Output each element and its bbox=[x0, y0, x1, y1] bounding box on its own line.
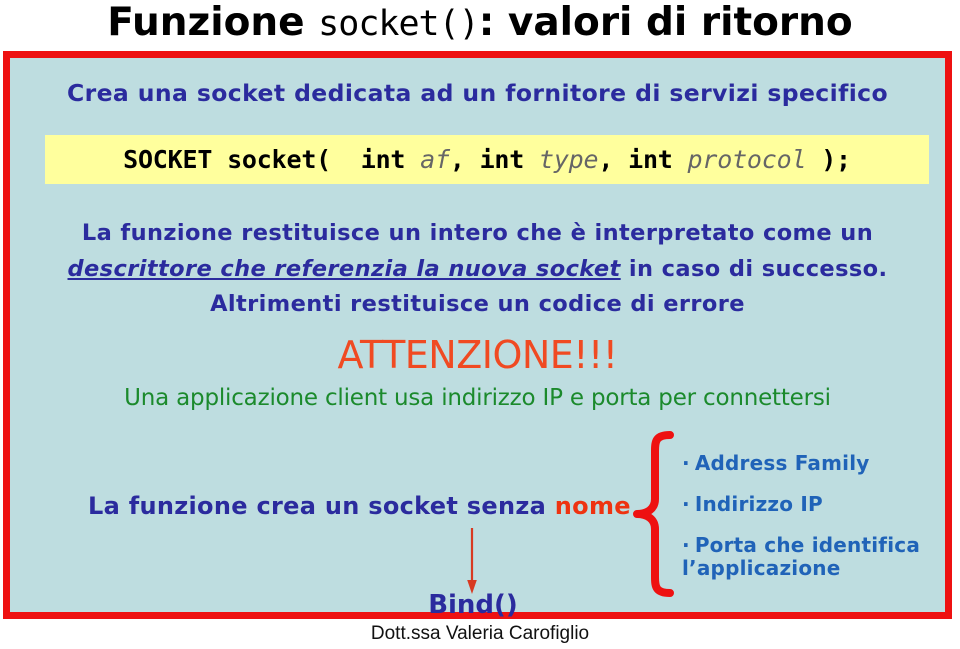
code-arg-3: protocol bbox=[687, 145, 807, 174]
list-item-label: Address Family bbox=[694, 451, 870, 475]
bullet-marker-icon: · bbox=[682, 492, 690, 516]
code-space-1 bbox=[212, 145, 227, 174]
crea-socket-highlight: nome bbox=[554, 492, 631, 520]
content-frame-body: Crea una socket dedicata ad un fornitore… bbox=[10, 58, 945, 620]
code-type-3: int bbox=[628, 145, 673, 174]
list-item-label: Porta che identifica l’applicazione bbox=[682, 533, 921, 580]
code-space-5 bbox=[673, 145, 688, 174]
code-space-2 bbox=[331, 145, 361, 174]
code-type-1: int bbox=[360, 145, 406, 174]
code-space-4 bbox=[524, 145, 539, 174]
bullet-list: · Address Family · Indirizzo IP · Porta che… bbox=[682, 452, 958, 580]
code-type-2: int bbox=[479, 145, 525, 174]
page-title: Funzione socket(): valori di ritorno bbox=[0, 0, 960, 48]
code-space-6 bbox=[806, 145, 821, 174]
title-part-funzione: Funzione bbox=[107, 0, 319, 45]
body-line-2-emphasis: descrittore che referenzia la nuova sock… bbox=[67, 256, 621, 282]
bullet-marker-icon: · bbox=[682, 451, 690, 475]
code-function-name: socket( bbox=[227, 145, 332, 174]
bullet-marker-icon: · bbox=[682, 533, 690, 557]
footer-author: Dott.ssa Valeria Carofiglio bbox=[370, 623, 590, 644]
code-comma-2: , bbox=[598, 145, 629, 174]
title-part-suffix: : valori di ritorno bbox=[478, 0, 853, 45]
warning-heading: ATTENZIONE!!! bbox=[337, 333, 618, 377]
code-arg-2: type bbox=[538, 145, 599, 174]
list-item-label: Indirizzo IP bbox=[694, 492, 823, 516]
body-line-2: descrittore che referenzia la nuova sock… bbox=[10, 256, 945, 282]
crea-socket-prefix: La funzione crea un socket senza bbox=[88, 492, 555, 520]
body-line-3: Altrimenti restituisce un codice di erro… bbox=[210, 291, 745, 317]
curly-brace-icon bbox=[633, 431, 674, 597]
content-frame: Crea una socket dedicata ad un fornitore… bbox=[3, 51, 952, 620]
code-comma-1: , bbox=[449, 145, 480, 174]
bind-function-label: Bind() bbox=[428, 590, 518, 620]
code-space-3 bbox=[405, 145, 420, 174]
list-item: · Address Family bbox=[682, 452, 958, 475]
code-signature-text: SOCKET socket( int af, int type, int pro… bbox=[45, 145, 929, 174]
code-signature-box: SOCKET socket( int af, int type, int pro… bbox=[45, 135, 929, 184]
code-close: ); bbox=[821, 145, 851, 174]
down-arrow-icon bbox=[467, 528, 477, 594]
crea-socket-statement: La funzione crea un socket senza nome bbox=[88, 492, 631, 520]
body-line-1: La funzione restituisce un intero che è … bbox=[81, 220, 874, 246]
list-item: · Porta che identifica l’applicazione bbox=[682, 534, 958, 580]
green-note: Una applicazione client usa indirizzo IP… bbox=[124, 385, 831, 411]
list-item: · Indirizzo IP bbox=[682, 493, 958, 516]
title-part-socket: socket() bbox=[318, 4, 480, 44]
body-line-2-rest: in caso di successo. bbox=[620, 256, 888, 282]
code-return-type: SOCKET bbox=[123, 145, 213, 174]
lead-statement: Crea una socket dedicata ad un fornitore… bbox=[66, 79, 889, 107]
code-arg-1: af bbox=[420, 145, 450, 174]
slide-canvas: Funzione socket(): valori di ritorno Cre… bbox=[0, 0, 960, 649]
